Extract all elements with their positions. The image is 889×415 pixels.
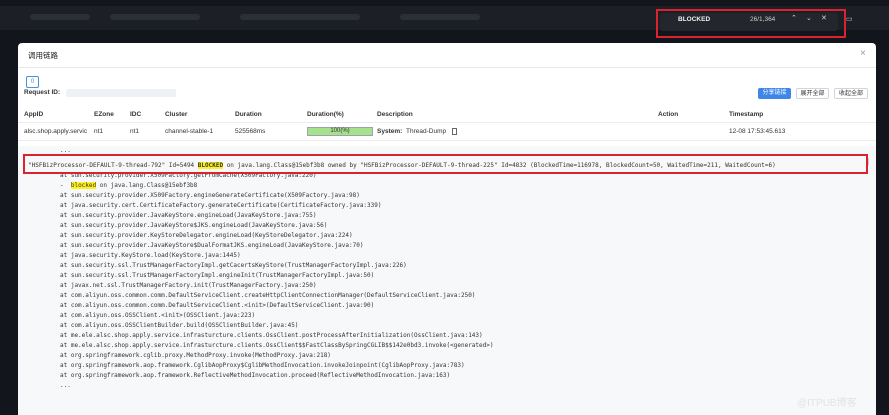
cell-cluster: channel-stable-1 bbox=[165, 128, 214, 135]
column-header-duration-pct: Duration(%) bbox=[307, 111, 344, 118]
column-header-description: Description bbox=[377, 111, 413, 118]
stack-frame: at java.security.cert.CertificateFactory… bbox=[60, 202, 382, 209]
stack-ellipsis: ... bbox=[60, 382, 71, 389]
trace-chip[interactable]: 0 bbox=[26, 76, 39, 88]
stack-frame: at com.aliyun.oss.OSSClient.<init>(OSSCl… bbox=[60, 312, 256, 319]
stack-frame: at me.ele.alsc.shop.apply.service.infras… bbox=[60, 332, 483, 339]
annotation-box-findbar bbox=[656, 9, 846, 38]
divider bbox=[18, 67, 876, 68]
call-chain-modal: 调用链路 × 0 Request ID: 分享链接 展开全部 收起全部 AppI… bbox=[18, 43, 876, 415]
stack-frame: at javax.net.ssl.TrustManagerFactory.ini… bbox=[60, 282, 317, 289]
stack-frame: at org.springframework.cglib.proxy.Metho… bbox=[60, 352, 331, 359]
cell-duration: 525568ms bbox=[235, 128, 266, 135]
column-header-appid: AppID bbox=[24, 111, 44, 118]
cell-appid: alsc.shop.apply.servic bbox=[24, 128, 88, 135]
close-icon[interactable]: × bbox=[860, 48, 866, 59]
request-id-label: Request ID: bbox=[24, 89, 61, 96]
annotation-box-thread bbox=[23, 154, 868, 174]
column-header-ezone: EZone bbox=[94, 111, 114, 118]
stack-ellipsis: ... bbox=[60, 147, 71, 154]
blocked-highlight: blocked bbox=[70, 182, 97, 189]
blocked-prefix: - bbox=[60, 182, 71, 189]
cell-idc: nt1 bbox=[130, 128, 140, 135]
divider bbox=[18, 140, 876, 141]
folder-icon[interactable]: ▭ bbox=[846, 15, 853, 23]
stack-frame: at sun.security.provider.KeyStoreDelegat… bbox=[60, 232, 353, 239]
column-header-cluster: Cluster bbox=[165, 111, 188, 118]
blurred-tab bbox=[400, 14, 480, 20]
thread-dump-stack: ... "HSFBizProcessor-DEFAULT-9-thread-79… bbox=[18, 146, 876, 415]
duration-progress-bar: 100(%) bbox=[307, 127, 373, 136]
expand-all-button[interactable]: 展开全部 bbox=[796, 88, 829, 99]
share-link-button[interactable]: 分享链接 bbox=[758, 88, 791, 99]
stack-frame: at sun.security.provider.JavaKeyStore.en… bbox=[60, 212, 317, 219]
blurred-tab bbox=[30, 14, 90, 20]
divider bbox=[18, 122, 876, 123]
stack-frame: at sun.security.provider.JavaKeyStore$JK… bbox=[60, 222, 328, 229]
request-id-value bbox=[66, 89, 176, 97]
duration-progress-text: 100(%) bbox=[330, 128, 350, 134]
collapse-all-button[interactable]: 收起全部 bbox=[834, 88, 868, 99]
cell-description-label: System: bbox=[377, 128, 403, 135]
blurred-tab bbox=[110, 14, 200, 20]
modal-title: 调用链路 bbox=[28, 51, 58, 60]
stack-frame: at org.springframework.aop.framework.Ref… bbox=[60, 372, 451, 379]
stack-frame: at com.aliyun.oss.OSSClientBuilder.build… bbox=[60, 322, 299, 329]
blocked-line: - blocked on java.lang.Class@15ebf3b8 bbox=[60, 182, 197, 189]
blurred-tab bbox=[240, 14, 360, 20]
cell-timestamp: 12-08 17:53:45.613 bbox=[729, 128, 786, 135]
stack-frame: at sun.security.provider.JavaKeyStore$Du… bbox=[60, 242, 364, 249]
column-header-idc: IDC bbox=[130, 111, 142, 118]
stack-frame: at me.ele.alsc.shop.apply.service.infras… bbox=[60, 342, 494, 349]
column-header-action: Action bbox=[658, 111, 679, 118]
cell-ezone: nt1 bbox=[94, 128, 104, 135]
cell-description-value: Thread-Dump bbox=[406, 128, 447, 135]
stack-frame: at com.aliyun.oss.common.comm.DefaultSer… bbox=[60, 292, 476, 299]
column-header-timestamp: Timestamp bbox=[729, 111, 764, 118]
stack-frame: at org.springframework.aop.framework.Cgl… bbox=[60, 362, 465, 369]
stack-frame: at sun.security.ssl.TrustManagerFactoryI… bbox=[60, 272, 375, 279]
stack-frame: at sun.security.ssl.TrustManagerFactoryI… bbox=[60, 262, 407, 269]
column-header-duration: Duration bbox=[235, 111, 262, 118]
document-icon[interactable] bbox=[452, 128, 457, 135]
stack-frame: at sun.security.provider.X509Factory.eng… bbox=[60, 192, 360, 199]
stack-frame: at com.aliyun.oss.common.comm.DefaultSer… bbox=[60, 302, 375, 309]
watermark-text: @ITPUB博客 bbox=[797, 398, 857, 409]
stack-frame: at java.security.KeyStore.load(KeyStore.… bbox=[60, 252, 241, 259]
blocked-suffix: on java.lang.Class@15ebf3b8 bbox=[96, 182, 198, 189]
